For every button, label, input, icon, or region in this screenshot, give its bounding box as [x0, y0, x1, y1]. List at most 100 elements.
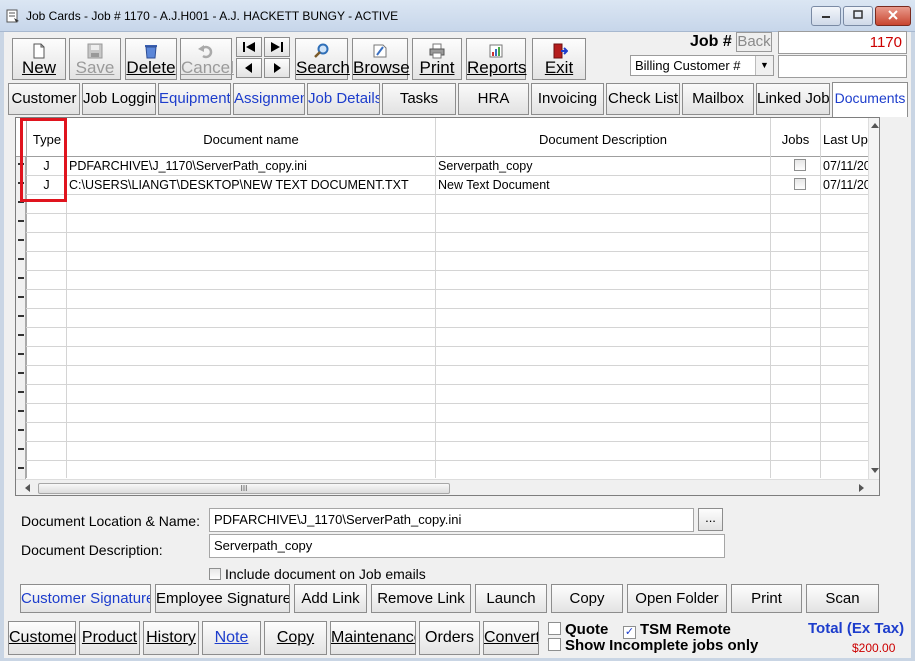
browse-icon	[373, 44, 387, 58]
browse-button[interactable]: Browse	[352, 38, 410, 80]
employee-signature-button[interactable]: Employee Signature	[155, 584, 290, 613]
print-button[interactable]: Print	[412, 38, 462, 80]
bottom-copy-button[interactable]: Copy	[264, 621, 327, 655]
bottom-maintenance-button[interactable]: Maintenance	[330, 621, 416, 655]
new-button[interactable]: New	[12, 38, 66, 80]
scroll-right-icon[interactable]	[859, 484, 865, 492]
column-header-document-description[interactable]: Document Description	[436, 132, 770, 147]
bottom-convert-label: Convert	[484, 629, 539, 646]
maximize-button[interactable]	[843, 6, 873, 26]
table-row[interactable]: J PDFARCHIVE\J_1170\ServerPath_copy.ini …	[27, 157, 868, 176]
minimize-button[interactable]	[811, 6, 841, 26]
tab-equipment[interactable]: Equipment	[158, 83, 231, 115]
row-selector[interactable]	[18, 277, 24, 279]
tab-customer[interactable]: Customer	[8, 83, 80, 115]
tab-job-details[interactable]: Job Details	[307, 83, 380, 115]
jobs-checkbox[interactable]	[794, 178, 806, 190]
tab-assignment[interactable]: Assignment	[233, 83, 305, 115]
row-selector[interactable]	[18, 258, 24, 260]
show-incomplete-checkbox[interactable]	[548, 638, 561, 651]
billing-customer-select[interactable]: Billing Customer # ▼	[630, 55, 774, 76]
tab-documents[interactable]: Documents	[832, 82, 908, 117]
cancel-button[interactable]: Cancel	[180, 38, 234, 80]
close-button[interactable]	[875, 6, 911, 26]
row-selector[interactable]	[18, 391, 24, 393]
tab-invoicing[interactable]: Invoicing	[531, 83, 604, 115]
first-record-button[interactable]	[236, 37, 262, 57]
save-button[interactable]: Save	[69, 38, 121, 80]
browse-file-button[interactable]: ...	[698, 508, 723, 531]
bottom-note-label: Note	[214, 629, 249, 646]
undo-icon	[198, 45, 213, 59]
reports-button[interactable]: Reports	[466, 38, 527, 80]
vertical-scrollbar[interactable]	[868, 118, 879, 479]
row-divider	[16, 403, 868, 404]
document-description-input[interactable]: Serverpath_copy	[209, 534, 725, 558]
tab-job-loggin[interactable]: Job Loggin	[82, 83, 156, 115]
row-selector[interactable]	[18, 353, 24, 355]
tab-linked-jobs[interactable]: Linked Jobs	[756, 83, 830, 115]
row-selector[interactable]	[18, 429, 24, 431]
row-indicator-column	[16, 157, 26, 479]
scan-button[interactable]: Scan	[806, 584, 879, 613]
row-selector[interactable]	[18, 334, 24, 336]
bottom-convert-button[interactable]: Convert	[483, 621, 539, 655]
add-link-button[interactable]: Add Link	[294, 584, 367, 613]
scroll-left-icon[interactable]	[24, 484, 30, 492]
horizontal-scrollbar[interactable]: III	[16, 479, 879, 495]
scroll-up-icon[interactable]	[871, 122, 879, 128]
job-number-field[interactable]: 1170	[778, 31, 907, 54]
type-column-highlight	[20, 118, 67, 202]
bottom-customer-button[interactable]: Customer	[8, 621, 76, 655]
delete-button[interactable]: Delete	[125, 38, 177, 80]
next-record-button[interactable]	[264, 58, 290, 78]
scroll-down-icon[interactable]	[871, 468, 879, 474]
tab-hra[interactable]: HRA	[458, 83, 529, 115]
open-folder-button[interactable]: Open Folder	[627, 584, 727, 613]
row-selector[interactable]	[18, 448, 24, 450]
launch-button[interactable]: Launch	[475, 584, 547, 613]
cell-document-description: Serverpath_copy	[438, 159, 533, 173]
tab-mailbox[interactable]: Mailbox	[682, 83, 754, 115]
row-selector[interactable]	[18, 239, 24, 241]
column-header-document-name[interactable]: Document name	[67, 132, 435, 147]
jobs-checkbox[interactable]	[794, 159, 806, 171]
include-on-emails-checkbox[interactable]	[209, 568, 221, 580]
table-row[interactable]: J C:\USERS\LIANGT\DESKTOP\NEW TEXT DOCUM…	[27, 176, 868, 195]
quote-checkbox[interactable]	[548, 622, 561, 635]
bottom-orders-button[interactable]: Orders	[419, 621, 480, 655]
dropdown-arrow-icon[interactable]: ▼	[755, 56, 773, 75]
row-selector[interactable]	[18, 315, 24, 317]
document-location-input[interactable]: PDFARCHIVE\J_1170\ServerPath_copy.ini	[209, 508, 694, 532]
horizontal-scroll-thumb[interactable]: III	[38, 483, 450, 494]
tsm-remote-label: TSM Remote	[640, 621, 731, 638]
customer-signature-button[interactable]: Customer Signature	[20, 584, 151, 613]
include-on-emails-option[interactable]: Include document on Job emails	[209, 566, 426, 582]
previous-record-icon	[245, 63, 252, 73]
row-selector[interactable]	[18, 467, 24, 469]
billing-customer-field[interactable]	[778, 55, 907, 78]
row-selector[interactable]	[18, 220, 24, 222]
last-record-button[interactable]	[264, 37, 290, 57]
bottom-history-button[interactable]: History	[143, 621, 199, 655]
previous-record-button[interactable]	[236, 58, 262, 78]
bottom-product-button[interactable]: Product	[79, 621, 140, 655]
back-button[interactable]: Back	[736, 32, 772, 52]
print-document-button[interactable]: Print	[731, 584, 802, 613]
tab-tasks[interactable]: Tasks	[382, 83, 456, 115]
exit-button[interactable]: Exit	[532, 38, 586, 80]
cell-document-name: C:\USERS\LIANGT\DESKTOP\NEW TEXT DOCUMEN…	[69, 178, 409, 192]
quote-option[interactable]: Quote	[548, 621, 608, 638]
remove-link-button[interactable]: Remove Link	[371, 584, 471, 613]
cell-last-updated: 07/11/201	[823, 178, 868, 192]
tab-check-list[interactable]: Check List	[606, 83, 680, 115]
row-selector[interactable]	[18, 410, 24, 412]
cancel-label: Cancel	[181, 58, 234, 77]
row-selector[interactable]	[18, 372, 24, 374]
copy-document-button[interactable]: Copy	[551, 584, 623, 613]
search-button[interactable]: Search	[295, 38, 350, 80]
show-incomplete-option[interactable]: Show Incomplete jobs only	[548, 637, 758, 654]
column-header-jobs[interactable]: Jobs	[771, 132, 820, 147]
bottom-note-button[interactable]: Note	[202, 621, 261, 655]
row-selector[interactable]	[18, 296, 24, 298]
